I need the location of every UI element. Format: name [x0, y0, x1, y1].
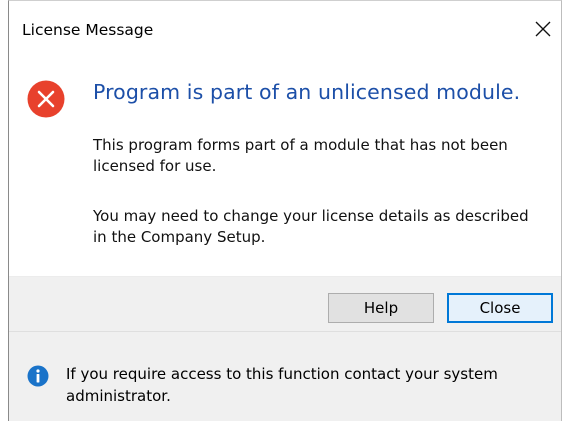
- error-icon: [27, 80, 65, 118]
- message-heading: Program is part of an unlicensed module.: [93, 80, 521, 104]
- message-paragraph-1: This program forms part of a module that…: [93, 136, 508, 175]
- window-title: License Message: [22, 21, 154, 39]
- close-window-button[interactable]: [528, 14, 558, 44]
- message-paragraph-2: You may need to change your license deta…: [93, 207, 529, 246]
- title-bar: License Message: [9, 1, 561, 65]
- help-button[interactable]: Help: [328, 293, 434, 323]
- info-icon: [27, 365, 49, 387]
- close-button[interactable]: Close: [447, 293, 553, 323]
- footer-info: If you require access to this function c…: [9, 331, 561, 421]
- license-message-dialog: License Message Program is part of an un…: [8, 0, 562, 421]
- footer-info-text: If you require access to this function c…: [66, 365, 498, 405]
- close-x-icon: [535, 21, 551, 37]
- button-bar: Help Close: [9, 276, 561, 331]
